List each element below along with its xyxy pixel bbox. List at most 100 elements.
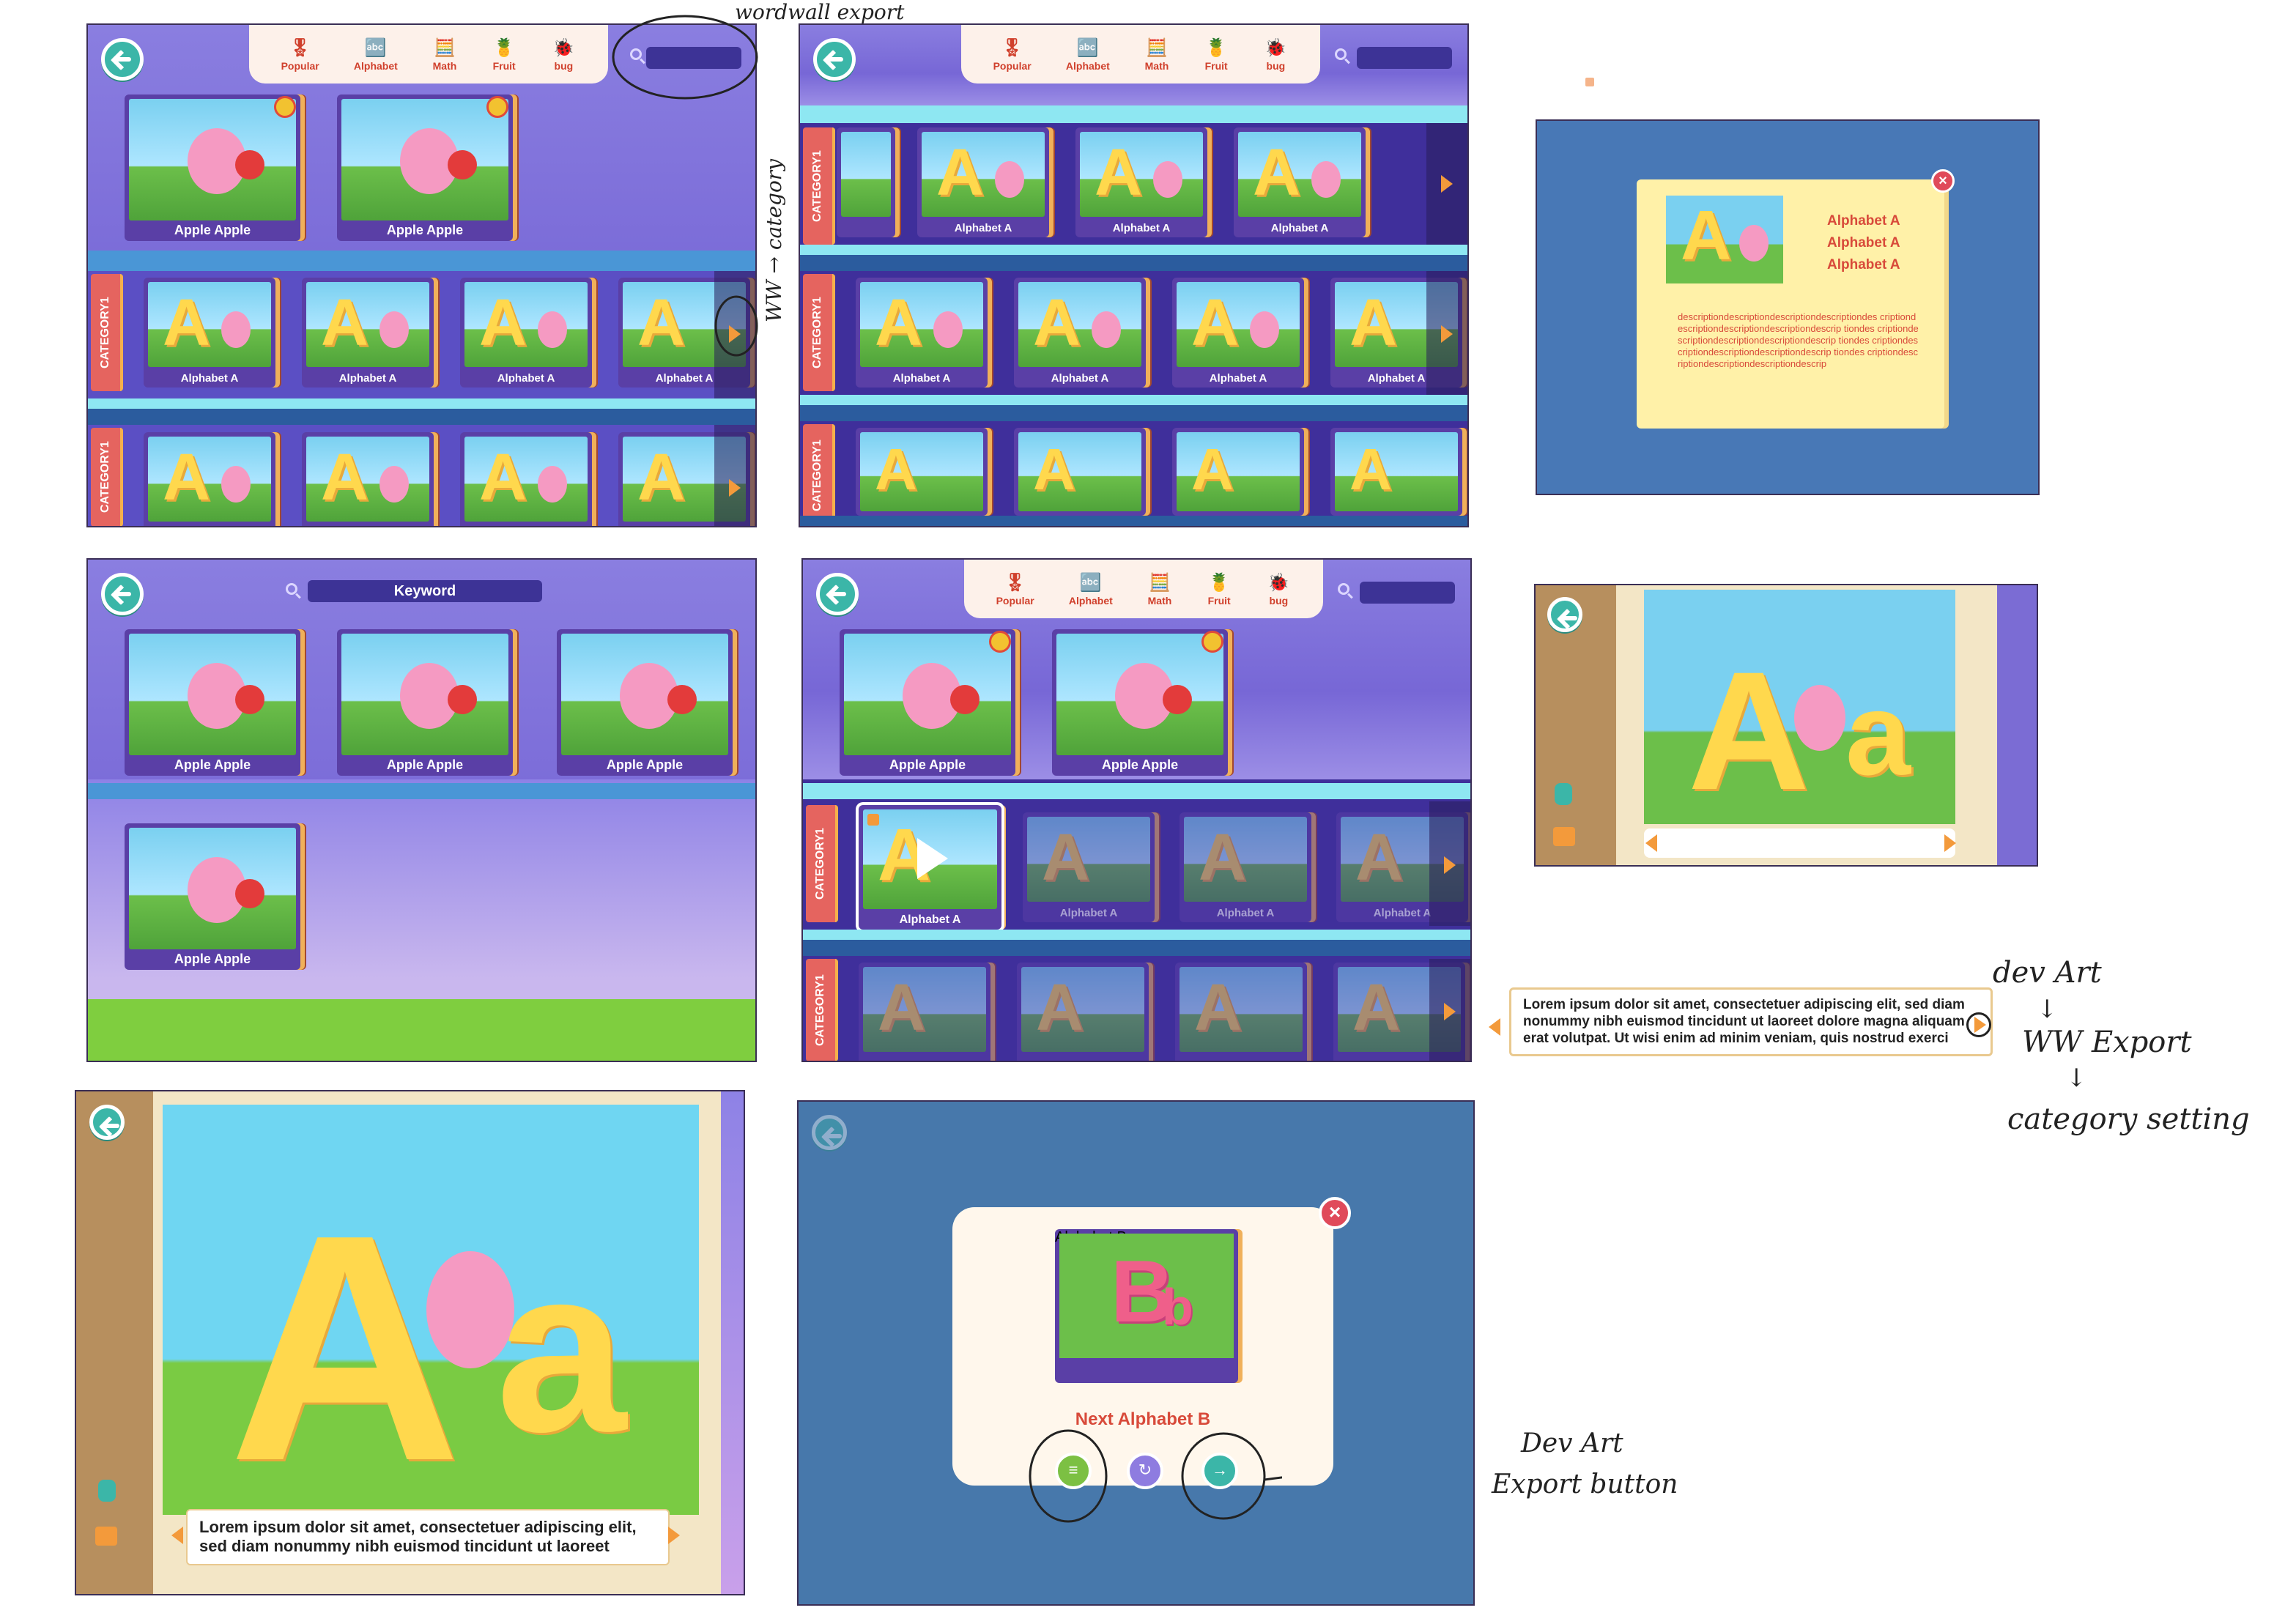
back-button[interactable]	[101, 38, 144, 81]
tab-label: Alphabet	[1065, 60, 1110, 72]
category-label-text: CATEGORY1	[811, 440, 823, 511]
book-card[interactable]: A	[1175, 963, 1307, 1061]
book-card[interactable]: AAlphabet A	[144, 432, 275, 526]
tab-fruit[interactable]: 🍍 Fruit	[492, 37, 516, 73]
book-card[interactable]: AAlphabet A	[460, 432, 592, 526]
tab-label: Fruit	[492, 60, 516, 72]
scroll-right-arrow[interactable]	[1441, 175, 1453, 193]
tab-bug[interactable]: 🐞 bug	[1266, 571, 1291, 607]
popup-title: Alphabet A Alphabet A Alphabet A	[1827, 210, 1900, 276]
book-card[interactable]	[837, 127, 895, 237]
book-card[interactable]: Apple Apple	[125, 823, 300, 970]
tab-popular[interactable]: 🎖 Popular	[281, 37, 319, 73]
back-button[interactable]	[89, 1105, 125, 1140]
book-card[interactable]: AAlphabet A	[302, 278, 434, 388]
tab-popular[interactable]: 🎖 Popular	[996, 571, 1034, 607]
category-label[interactable]: CATEGORY1	[806, 959, 838, 1061]
tab-alphabet[interactable]: 🔤 Alphabet	[1065, 37, 1110, 73]
ladybug-icon: 🐞	[552, 37, 575, 58]
search-input[interactable]	[1357, 47, 1452, 69]
book-card[interactable]: A	[1017, 963, 1149, 1061]
book-card[interactable]: Apple Apple	[125, 629, 300, 776]
back-button[interactable]	[1547, 597, 1582, 632]
caption-text: Lorem ipsum dolor sit amet, consectetuer…	[1523, 997, 1965, 1046]
search-input[interactable]	[1360, 582, 1455, 604]
book-card[interactable]: Apple Apple	[337, 94, 513, 241]
next-page-button[interactable]	[1966, 1012, 1991, 1037]
tab-fruit[interactable]: 🍍 Fruit	[1204, 37, 1229, 73]
search-icon	[1335, 48, 1347, 60]
category-label[interactable]: CATEGORY1	[803, 424, 835, 526]
close-button[interactable]: ×	[1931, 169, 1955, 193]
book-card-selected[interactable]: A Alphabet A	[859, 805, 1001, 930]
close-button[interactable]: ×	[1319, 1197, 1351, 1229]
tab-popular[interactable]: 🎖 Popular	[993, 37, 1032, 73]
book-card[interactable]: A	[1172, 428, 1304, 516]
next-book-thumbnail[interactable]: B b Alphabet B	[1055, 1229, 1238, 1383]
next-page-arrow[interactable]	[668, 1527, 680, 1544]
speaker-icon[interactable]	[95, 1527, 117, 1546]
book-card[interactable]: AAlphabet A	[460, 278, 592, 388]
tab-bug[interactable]: 🐞 bug	[551, 37, 576, 73]
book-card[interactable]: Apple Apple	[337, 629, 513, 776]
prev-page-arrow[interactable]	[171, 1527, 183, 1544]
tab-math[interactable]: 🧮 Math	[1144, 37, 1169, 73]
category-label[interactable]: CATEGORY1	[803, 127, 835, 245]
book-card[interactable]: AAlphabet A	[1075, 127, 1207, 237]
book-card[interactable]: Apple Apple	[125, 94, 300, 241]
book-card[interactable]: AAlphabet A	[1172, 278, 1304, 388]
panel-reader-small: A a	[1534, 584, 2038, 867]
prev-page-arrow[interactable]	[1645, 834, 1657, 852]
category-label[interactable]: CATEGORY1	[803, 274, 835, 391]
category-label[interactable]: CATEGORY1	[91, 428, 123, 526]
next-page-arrow[interactable]	[1944, 834, 1956, 852]
back-button[interactable]	[813, 38, 856, 81]
prev-page-arrow[interactable]	[1489, 1018, 1500, 1036]
book-card[interactable]: A	[1014, 428, 1146, 516]
book-card[interactable]: AAlphabet A	[144, 278, 275, 388]
scroll-right-arrow[interactable]	[1444, 856, 1456, 874]
play-icon[interactable]	[917, 838, 948, 879]
reader-caption-bar	[1644, 828, 1955, 858]
book-card[interactable]: Apple Apple	[840, 629, 1015, 776]
tab-math[interactable]: 🧮 Math	[432, 37, 457, 73]
book-card[interactable]: AAlphabet A	[1234, 127, 1366, 237]
book-card[interactable]: AAlphabet A	[1180, 812, 1311, 922]
reader-picture: A a	[1644, 590, 1955, 825]
popup: A Alphabet A Alphabet A Alphabet A descr…	[1637, 169, 1955, 429]
microphone-icon[interactable]	[1555, 783, 1572, 805]
category-label[interactable]: CATEGORY1	[806, 805, 838, 922]
book-card[interactable]: AAlphabet A	[856, 278, 988, 388]
speaker-icon[interactable]	[1553, 827, 1575, 846]
back-button[interactable]	[816, 573, 859, 615]
abc-icon: 🔤	[1076, 37, 1099, 58]
category-label[interactable]: CATEGORY1	[91, 274, 123, 391]
tab-fruit[interactable]: 🍍 Fruit	[1207, 571, 1232, 607]
book-card[interactable]: AAlphabet A	[1014, 278, 1146, 388]
tab-math[interactable]: 🧮 Math	[1147, 571, 1172, 607]
book-title: Apple Apple	[386, 757, 464, 772]
book-card[interactable]: AAlphabet A	[1023, 812, 1155, 922]
back-button[interactable]	[101, 573, 144, 615]
book-card[interactable]: A	[1330, 428, 1462, 516]
book-title: Apple Apple	[174, 757, 251, 772]
caption-long: Lorem ipsum dolor sit amet, consectetuer…	[1509, 987, 1993, 1057]
tab-alphabet[interactable]: 🔤 Alphabet	[354, 37, 398, 73]
book-card[interactable]: AAlphabet A	[302, 432, 434, 526]
microphone-icon[interactable]	[98, 1480, 116, 1502]
ribbon-icon: 🎖	[1001, 37, 1023, 58]
book-card[interactable]: AAlphabet A	[917, 127, 1049, 237]
tab-bug[interactable]: 🐞 bug	[1263, 37, 1288, 73]
back-button[interactable]	[812, 1115, 847, 1150]
tab-alphabet[interactable]: 🔤 Alphabet	[1069, 571, 1113, 607]
book-card[interactable]: A	[856, 428, 988, 516]
book-card[interactable]: A	[859, 963, 990, 1061]
category-tab-bar: 🎖 Popular 🔤 Alphabet 🧮 Math 🍍 Fruit 🐞 bug	[249, 25, 608, 84]
book-card[interactable]: Apple Apple	[557, 629, 733, 776]
scroll-right-arrow[interactable]	[1444, 1003, 1456, 1020]
scroll-right-arrow[interactable]	[1441, 325, 1453, 343]
info-icon[interactable]	[867, 814, 879, 826]
search-input[interactable]: Keyword	[308, 580, 542, 602]
book-card[interactable]: Apple Apple	[1052, 629, 1228, 776]
scroll-right-arrow[interactable]	[729, 479, 741, 497]
